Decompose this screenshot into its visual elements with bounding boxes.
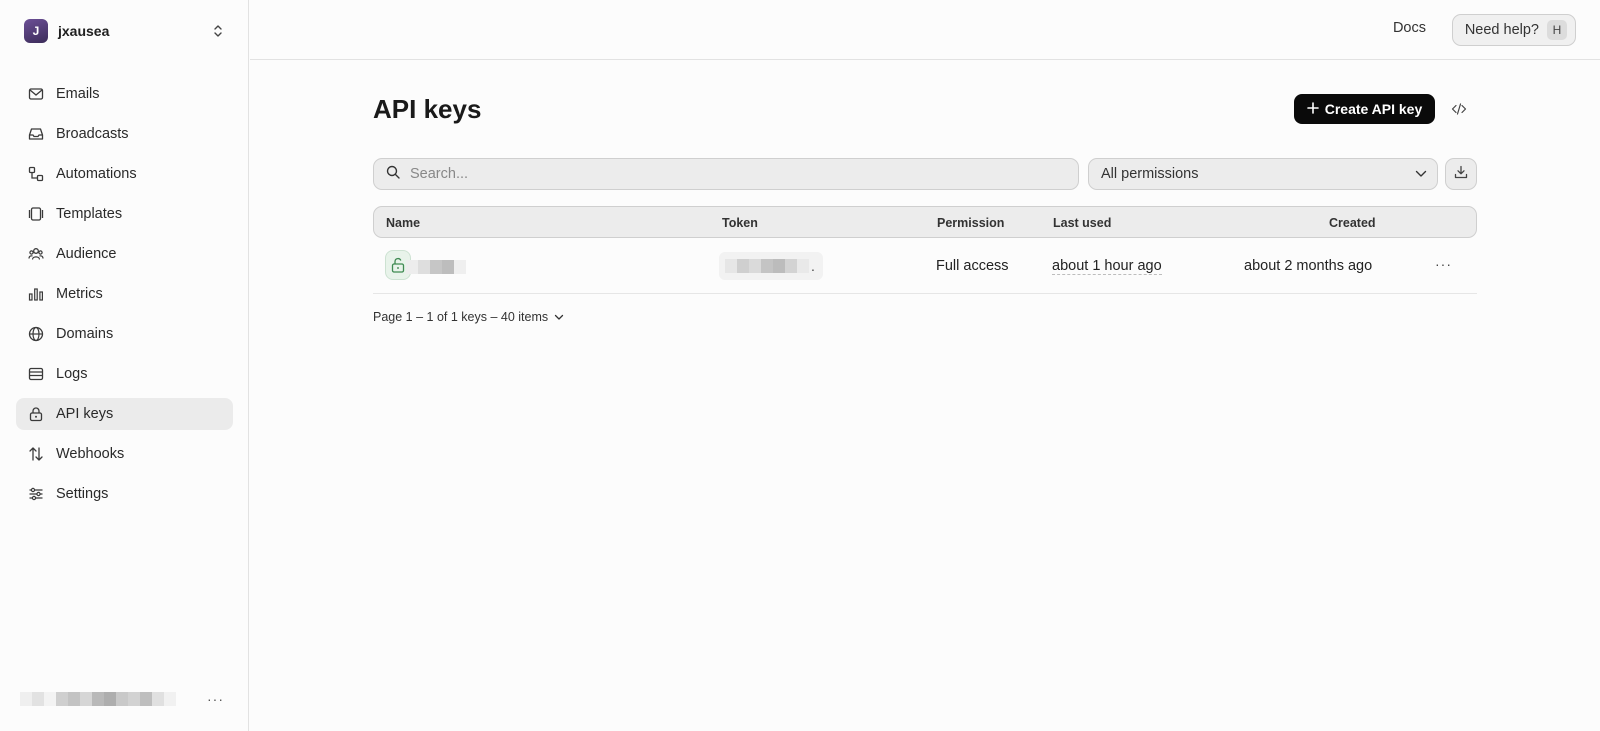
mail-icon [28, 86, 44, 102]
sidebar-item-label: Audience [56, 246, 117, 262]
sidebar-item-label: Templates [56, 206, 123, 222]
token-chip[interactable]: . [719, 252, 823, 280]
team-avatar: J [24, 19, 48, 43]
sidebar-item-label: Metrics [56, 286, 103, 302]
sidebar-item-emails[interactable]: Emails [16, 78, 233, 110]
redacted-user-email [20, 692, 176, 706]
last-used-cell[interactable]: about 1 hour ago [1052, 258, 1162, 275]
redacted-key-name [406, 260, 466, 274]
sliders-icon [28, 486, 44, 502]
sidebar-item-broadcasts[interactable]: Broadcasts [16, 118, 233, 150]
column-header-permission: Permission [937, 216, 1005, 230]
token-suffix: . [811, 258, 815, 274]
users-icon [28, 246, 44, 262]
inbox-icon [28, 126, 44, 142]
created-cell: about 2 months ago [1244, 258, 1373, 274]
sidebar-item-api-keys[interactable]: API keys [16, 398, 233, 430]
sidebar-item-label: Logs [56, 366, 88, 382]
sidebar-nav: Emails Broadcasts Automations Templates … [16, 78, 233, 518]
sidebar-item-audience[interactable]: Audience [16, 238, 233, 270]
logs-icon [28, 366, 44, 382]
table-row[interactable]: . Full access about 1 hour ago about 2 m… [373, 238, 1477, 294]
workflow-icon [28, 166, 44, 182]
sidebar-item-label: API keys [56, 406, 114, 422]
column-header-created: Created [1329, 216, 1376, 230]
sidebar: J jxausea Emails Broadcasts Automations … [0, 0, 249, 731]
sidebar-item-label: Broadcasts [56, 126, 129, 142]
keyboard-shortcut-badge: H [1547, 20, 1567, 40]
chevron-down-icon [554, 310, 564, 324]
sidebar-item-metrics[interactable]: Metrics [16, 278, 233, 310]
topbar: Docs Need help? H [250, 0, 1600, 60]
download-icon [1454, 165, 1468, 184]
column-header-name: Name [386, 216, 421, 230]
sidebar-item-label: Webhooks [56, 446, 125, 462]
permission-filter-select[interactable]: All permissions [1088, 158, 1438, 190]
docs-link[interactable]: Docs [1393, 20, 1426, 36]
search-icon [386, 165, 400, 184]
table-header: Name Token Permission Last used Created [373, 206, 1477, 238]
sidebar-item-domains[interactable]: Domains [16, 318, 233, 350]
sidebar-item-logs[interactable]: Logs [16, 358, 233, 390]
need-help-button[interactable]: Need help? H [1451, 14, 1576, 46]
plus-icon [1306, 101, 1319, 117]
templates-icon [28, 206, 44, 222]
need-help-label: Need help? [1464, 22, 1539, 38]
sidebar-item-label: Automations [56, 166, 137, 182]
search-box[interactable] [373, 158, 1079, 190]
bar-chart-icon [28, 286, 44, 302]
sidebar-item-webhooks[interactable]: Webhooks [16, 438, 233, 470]
column-header-last-used: Last used [1053, 216, 1112, 230]
redacted-token [725, 259, 809, 273]
page-title: API keys [373, 94, 482, 124]
create-api-key-label: Create API key [1324, 101, 1423, 117]
pagination-selector[interactable]: Page 1 – 1 of 1 keys – 40 items [373, 310, 564, 324]
more-icon[interactable]: ··· [207, 691, 224, 707]
chevron-down-icon [1415, 166, 1427, 182]
pagination-summary: Page 1 – 1 of 1 keys – 40 items [373, 310, 549, 324]
search-input[interactable] [410, 166, 1050, 182]
sidebar-item-templates[interactable]: Templates [16, 198, 233, 230]
sidebar-item-settings[interactable]: Settings [16, 478, 233, 510]
user-account[interactable]: ··· [20, 688, 230, 710]
row-actions-more-icon[interactable]: ··· [1435, 256, 1452, 272]
sidebar-item-label: Settings [56, 486, 109, 502]
column-header-token: Token [722, 216, 758, 230]
sidebar-item-automations[interactable]: Automations [16, 158, 233, 190]
create-api-key-button[interactable]: Create API key [1294, 94, 1435, 124]
permission-cell: Full access [936, 258, 1009, 274]
sidebar-item-label: Domains [56, 326, 114, 342]
lock-icon [28, 406, 44, 422]
team-name: jxausea [58, 23, 110, 39]
chevron-up-down-icon [212, 23, 224, 39]
globe-icon [28, 326, 44, 342]
team-switcher[interactable]: J jxausea [24, 18, 224, 44]
arrows-up-down-icon [28, 446, 44, 462]
code-icon[interactable] [1446, 96, 1472, 122]
permission-filter-value: All permissions [1101, 166, 1199, 182]
download-button[interactable] [1445, 158, 1477, 190]
sidebar-item-label: Emails [56, 86, 100, 102]
